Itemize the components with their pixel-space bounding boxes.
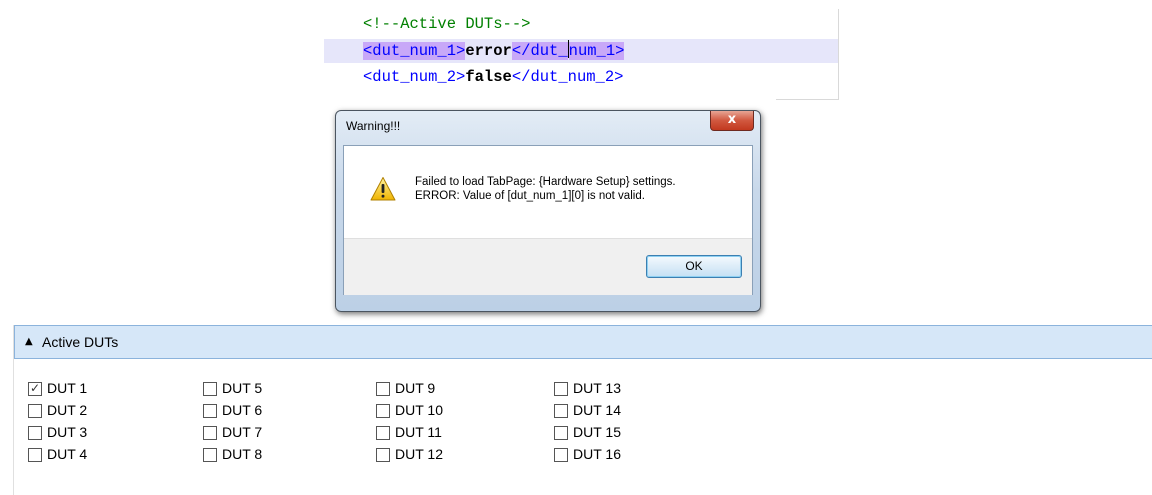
dut-checkbox-label: DUT 2 <box>47 402 88 418</box>
dialog-footer: OK <box>344 238 752 295</box>
dut-checkbox-label: DUT 11 <box>395 424 442 440</box>
dut-checkbox-label: DUT 8 <box>222 446 263 462</box>
checkbox-box[interactable] <box>203 382 217 396</box>
dut-checkbox-label: DUT 16 <box>573 446 621 462</box>
checkbox-box[interactable]: ✓ <box>28 381 42 396</box>
triangle-up-icon[interactable]: ▲ <box>25 336 33 347</box>
group-header[interactable]: ▲ Active DUTs <box>14 325 1152 359</box>
xml-close-tag-part: num_1> <box>568 42 625 60</box>
xml-close-tag: </dut_num_2> <box>511 68 624 86</box>
dialog-message-area: Failed to load TabPage: {Hardware Setup}… <box>344 146 752 238</box>
dut-checkbox-label: DUT 10 <box>395 402 443 418</box>
checkbox-box[interactable] <box>554 426 568 440</box>
dut-checkbox-label: DUT 15 <box>573 424 621 440</box>
xml-value-error: error <box>465 42 512 60</box>
dut-checkbox-label: DUT 5 <box>222 380 263 396</box>
code-line-comment: <!--Active DUTs--> <box>324 12 838 36</box>
warning-dialog: Warning!!! x Failed to load TabPage: {Ha… <box>335 110 761 312</box>
dialog-title: Warning!!! <box>346 119 401 133</box>
dut-checkbox-label: DUT 4 <box>47 446 88 462</box>
dut-checkbox-label: DUT 9 <box>395 380 436 396</box>
checkbox-box[interactable] <box>554 404 568 418</box>
xml-open-tag: <dut_num_2> <box>363 68 466 86</box>
checkbox-box[interactable] <box>376 382 390 396</box>
dut-checkbox-label: DUT 6 <box>222 402 263 418</box>
dut-checkbox-label: DUT 14 <box>573 402 621 418</box>
xml-open-tag: <dut_num_1> <box>363 42 466 60</box>
dut-checkbox-label: DUT 12 <box>395 446 443 462</box>
checkbox-box[interactable] <box>203 404 217 418</box>
checkbox-box[interactable] <box>28 448 42 462</box>
code-line-dut-num-2: <dut_num_2>false</dut_num_2> <box>324 65 838 89</box>
dialog-message-line: Failed to load TabPage: {Hardware Setup}… <box>415 176 676 188</box>
dut-checkbox-label: DUT 3 <box>47 424 88 440</box>
checkbox-box[interactable] <box>554 382 568 396</box>
dut-checkbox-label: DUT 13 <box>573 380 621 396</box>
active-duts-group: ▲ Active DUTs ✓ DUT 1 DUT 2 DUT 3 DUT 4 DUT 5… <box>13 325 1152 495</box>
checkbox-box[interactable] <box>203 426 217 440</box>
close-button[interactable]: x <box>710 111 754 131</box>
checkbox-box[interactable] <box>28 426 42 440</box>
close-icon: x <box>727 112 737 127</box>
checkmark-icon: ✓ <box>30 381 41 395</box>
checkbox-box[interactable] <box>554 448 568 462</box>
dialog-message-line: ERROR: Value of [dut_num_1][0] is not va… <box>415 190 645 202</box>
dialog-body: Failed to load TabPage: {Hardware Setup}… <box>343 145 753 295</box>
xml-comment: <!--Active DUTs--> <box>363 15 531 33</box>
dialog-message: Failed to load TabPage: {Hardware Setup}… <box>415 175 676 203</box>
checkbox-box[interactable] <box>376 426 390 440</box>
checkbox-box[interactable] <box>28 404 42 418</box>
warning-icon <box>370 177 396 201</box>
dut-checkbox-label: DUT 1 <box>47 380 88 396</box>
ok-button[interactable]: OK <box>646 255 742 278</box>
xml-value-false: false <box>465 68 512 86</box>
dut-checkbox-label: DUT 7 <box>222 424 263 440</box>
checkbox-box[interactable] <box>376 448 390 462</box>
checkbox-box[interactable] <box>203 448 217 462</box>
group-title: Active DUTs <box>42 334 119 350</box>
xml-close-tag-part: </dut_ <box>511 42 568 60</box>
code-line-dut-num-1: <dut_num_1>error</dut_num_1> <box>324 39 838 63</box>
checkbox-box[interactable] <box>376 404 390 418</box>
xml-editor[interactable]: <!--Active DUTs--> <dut_num_1>error</dut… <box>324 9 839 100</box>
